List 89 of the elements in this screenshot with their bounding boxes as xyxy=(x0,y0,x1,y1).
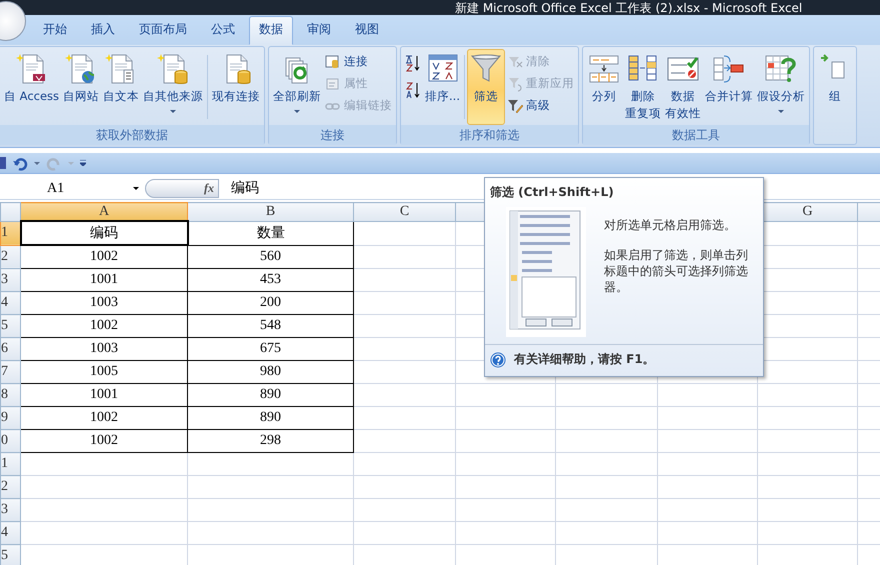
document-database-icon xyxy=(156,52,190,86)
row-header[interactable]: 3 xyxy=(0,498,20,522)
table-cell: 1001 xyxy=(20,268,188,292)
table-cell: 980 xyxy=(188,360,354,384)
row-header[interactable]: 7 xyxy=(0,360,20,384)
table-cell: 1002 xyxy=(20,245,188,268)
column-header[interactable]: A xyxy=(20,202,188,221)
caret-icon xyxy=(133,187,139,190)
table-cell: 453 xyxy=(188,268,354,292)
ribbon-button[interactable]: 高级 xyxy=(505,95,576,116)
row-header[interactable]: 1 xyxy=(0,452,20,476)
table-cell: 890 xyxy=(188,384,354,406)
group-label: 获取外部数据 xyxy=(0,125,264,145)
group-label: 数据工具 xyxy=(583,125,809,145)
caret-icon xyxy=(34,162,40,164)
row-header[interactable]: 8 xyxy=(0,384,20,406)
function-button[interactable]: fx xyxy=(145,179,219,198)
tooltip-title: 筛选 (Ctrl+Shift+L) xyxy=(489,184,615,201)
sort-descending-icon xyxy=(405,81,422,99)
table-cell: 560 xyxy=(188,245,354,268)
tooltip-text: 如果启用了筛选，则单击列标题中的箭头可选择列筛选器。 xyxy=(604,247,749,295)
table-cell: 1002 xyxy=(20,314,188,338)
ribbon-button[interactable]: 分列 xyxy=(585,49,623,125)
group-label: 排序和筛选 xyxy=(401,125,578,145)
sort-ascending-icon xyxy=(405,54,422,72)
table-cell: 890 xyxy=(188,406,354,430)
row-header[interactable]: 0 xyxy=(0,430,20,452)
ribbon-button[interactable]: 现有连接 xyxy=(210,49,262,125)
row-header[interactable]: 9 xyxy=(0,406,20,430)
ribbon-tab[interactable]: 数据 xyxy=(249,16,293,45)
caret-button[interactable] xyxy=(34,162,40,164)
undo-icon xyxy=(12,155,28,171)
table-cell: 1001 xyxy=(20,384,188,406)
ribbon-button[interactable]: 假设分析 xyxy=(755,49,807,125)
table-cell: 1003 xyxy=(20,292,188,314)
row-header[interactable]: 5 xyxy=(0,314,20,338)
connection-icon xyxy=(325,54,342,70)
table-cell: 编码 xyxy=(20,221,188,245)
customize-icon xyxy=(80,160,86,166)
ribbon-button[interactable]: 连接 xyxy=(323,51,394,72)
table-cell: 548 xyxy=(188,314,354,338)
column-header[interactable]: B xyxy=(188,202,354,221)
row-header[interactable]: 6 xyxy=(0,338,20,360)
undo-button[interactable] xyxy=(12,155,28,171)
table-cell: 1002 xyxy=(20,430,188,452)
ribbon-tab[interactable]: 视图 xyxy=(345,16,389,45)
group-label: 连接 xyxy=(269,125,396,145)
ribbon-tab[interactable]: 开始 xyxy=(33,16,77,45)
ribbon-button[interactable]: 组 xyxy=(816,49,854,125)
save-icon xyxy=(0,157,6,169)
ribbon-button[interactable]: 合并计算 xyxy=(703,49,755,125)
ribbon-tab[interactable]: 审阅 xyxy=(297,16,341,45)
properties-icon xyxy=(325,76,342,92)
row-header[interactable]: 4 xyxy=(0,292,20,314)
ribbon-button[interactable]: 自网站 xyxy=(61,49,102,125)
redo-icon xyxy=(46,155,62,171)
row-header[interactable]: 2 xyxy=(0,476,20,498)
ribbon-button[interactable]: 自其他来源 xyxy=(141,49,206,125)
row-header[interactable]: 2 xyxy=(0,245,20,268)
table-cell: 1005 xyxy=(20,360,188,384)
row-header[interactable]: 4 xyxy=(0,522,20,544)
column-header[interactable]: C xyxy=(354,202,456,221)
table-cell: 1003 xyxy=(20,338,188,360)
row-header[interactable]: 3 xyxy=(0,268,20,292)
help-icon xyxy=(490,352,506,368)
table-cell: 1002 xyxy=(20,406,188,430)
row-header[interactable]: 5 xyxy=(0,544,20,565)
tooltip-text: 对所选单元格启用筛选。 xyxy=(604,217,737,233)
table-cell: 298 xyxy=(188,430,354,452)
ribbon-button[interactable]: 自 Access xyxy=(2,49,62,125)
row-header[interactable]: 1 xyxy=(0,221,20,245)
window-title: 新建 Microsoft Office Excel 工作表 (2).xlsx - Microsoft Excel xyxy=(455,0,802,14)
table-cell: 200 xyxy=(188,292,354,314)
table-cell: 数量 xyxy=(188,221,354,245)
customize-button[interactable] xyxy=(80,160,86,166)
cell-reference: A1 xyxy=(47,180,64,196)
ribbon-button[interactable]: 删除 重复项 xyxy=(623,49,663,125)
reapply-filter-icon xyxy=(507,76,523,92)
advanced-filter-icon xyxy=(507,98,523,114)
ribbon-button[interactable]: 排序... xyxy=(423,49,462,125)
help-text: 有关详细帮助，请按 F1。 xyxy=(514,351,655,368)
ribbon-button[interactable]: 自文本 xyxy=(101,49,142,125)
table-cell: 675 xyxy=(188,338,354,360)
ribbon-button[interactable]: 全部刷新 xyxy=(271,49,324,125)
caret-icon xyxy=(68,162,74,164)
ribbon-tab[interactable]: 公式 xyxy=(201,16,245,45)
ribbon-tab[interactable]: 页面布局 xyxy=(129,16,197,45)
ribbon-button[interactable]: 筛选 xyxy=(467,49,505,125)
ribbon-tab[interactable]: 插入 xyxy=(81,16,125,45)
